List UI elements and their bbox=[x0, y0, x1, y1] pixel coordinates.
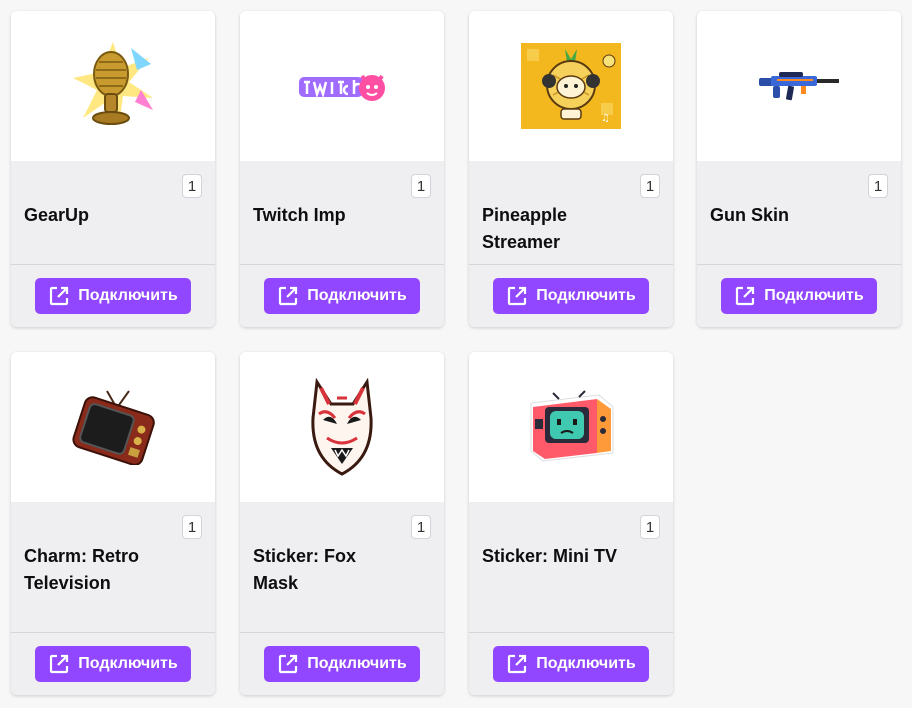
reward-card: 1 GearUp Подключить bbox=[11, 11, 215, 327]
twitch-imp-logo-icon bbox=[297, 74, 385, 101]
reward-footer: Подключить bbox=[469, 264, 673, 327]
reward-name: Sticker: Mini TV bbox=[482, 546, 618, 566]
external-link-icon bbox=[50, 286, 69, 306]
reward-count-badge: 1 bbox=[640, 174, 660, 198]
reward-count-badge: 1 bbox=[182, 174, 202, 198]
reward-card: 1 Twitch Imp Подключить bbox=[240, 11, 444, 327]
reward-name: Charm: Retro Television bbox=[24, 546, 140, 593]
reward-image bbox=[240, 352, 444, 502]
reward-name: Pineapple Streamer bbox=[482, 205, 568, 252]
pineapple-cat-icon: ♫ bbox=[521, 43, 621, 129]
reward-info: 1 Pineapple Streamer bbox=[469, 161, 673, 264]
connect-button-label: Подключить bbox=[307, 655, 407, 672]
connect-button-label: Подключить bbox=[78, 655, 178, 672]
connect-button-label: Подключить bbox=[536, 655, 636, 672]
reward-footer: Подключить bbox=[240, 264, 444, 327]
reward-card: 1 Sticker: Mini TV Подключить bbox=[469, 352, 673, 695]
reward-footer: Подключить bbox=[240, 632, 444, 695]
reward-count-badge: 1 bbox=[411, 174, 431, 198]
connect-button[interactable]: Подключить bbox=[35, 278, 191, 314]
reward-name: Sticker: Fox Mask bbox=[253, 546, 357, 593]
reward-footer: Подключить bbox=[469, 632, 673, 695]
reward-image bbox=[240, 11, 444, 161]
rifle-icon bbox=[759, 72, 839, 101]
reward-info: 1 GearUp bbox=[11, 161, 215, 264]
connect-button[interactable]: Подключить bbox=[493, 646, 649, 682]
connect-button[interactable]: Подключить bbox=[35, 646, 191, 682]
connect-button[interactable]: Подключить bbox=[264, 278, 420, 314]
external-link-icon bbox=[279, 286, 298, 306]
connect-button-label: Подключить bbox=[307, 287, 407, 304]
reward-image bbox=[697, 11, 901, 161]
external-link-icon bbox=[736, 286, 755, 306]
external-link-icon bbox=[50, 654, 69, 674]
reward-card: ♫ 1 Pineapple Streamer Подключить bbox=[469, 11, 673, 327]
reward-footer: Подключить bbox=[11, 264, 215, 327]
connect-button[interactable]: Подключить bbox=[493, 278, 649, 314]
reward-image bbox=[11, 11, 215, 161]
reward-info: 1 Twitch Imp bbox=[240, 161, 444, 264]
reward-info: 1 Charm: Retro Television bbox=[11, 502, 215, 632]
mini-tv-icon bbox=[530, 390, 614, 462]
reward-count-badge: 1 bbox=[182, 515, 202, 539]
connect-button[interactable]: Подключить bbox=[264, 646, 420, 682]
reward-footer: Подключить bbox=[11, 632, 215, 695]
reward-image bbox=[469, 352, 673, 502]
connect-button-label: Подключить bbox=[764, 287, 864, 304]
connect-button[interactable]: Подключить bbox=[721, 278, 877, 314]
reward-card: 1 Sticker: Fox Mask Подключить bbox=[240, 352, 444, 695]
svg-text:♫: ♫ bbox=[601, 113, 610, 124]
reward-card: 1 Gun Skin Подключить bbox=[697, 11, 901, 327]
reward-image: ♫ bbox=[469, 11, 673, 161]
reward-info: 1 Sticker: Fox Mask bbox=[240, 502, 444, 632]
reward-count-badge: 1 bbox=[640, 515, 660, 539]
rewards-grid: 1 GearUp Подключить 1 Twitch Imp Подключ… bbox=[0, 0, 912, 708]
external-link-icon bbox=[508, 654, 527, 674]
connect-button-label: Подключить bbox=[78, 287, 178, 304]
external-link-icon bbox=[279, 654, 298, 674]
reward-footer: Подключить bbox=[697, 264, 901, 327]
reward-name: Gun Skin bbox=[710, 205, 790, 225]
golden-microphone-icon bbox=[73, 42, 153, 126]
reward-name: GearUp bbox=[24, 205, 90, 225]
reward-name: Twitch Imp bbox=[253, 205, 346, 225]
retro-tv-icon bbox=[72, 390, 155, 465]
reward-count-badge: 1 bbox=[868, 174, 888, 198]
reward-image bbox=[11, 352, 215, 502]
reward-card: 1 Charm: Retro Television Подключить bbox=[11, 352, 215, 695]
external-link-icon bbox=[508, 286, 527, 306]
reward-info: 1 Sticker: Mini TV bbox=[469, 502, 673, 632]
reward-count-badge: 1 bbox=[411, 515, 431, 539]
connect-button-label: Подключить bbox=[536, 287, 636, 304]
fox-mask-icon bbox=[311, 378, 373, 476]
reward-info: 1 Gun Skin bbox=[697, 161, 901, 264]
